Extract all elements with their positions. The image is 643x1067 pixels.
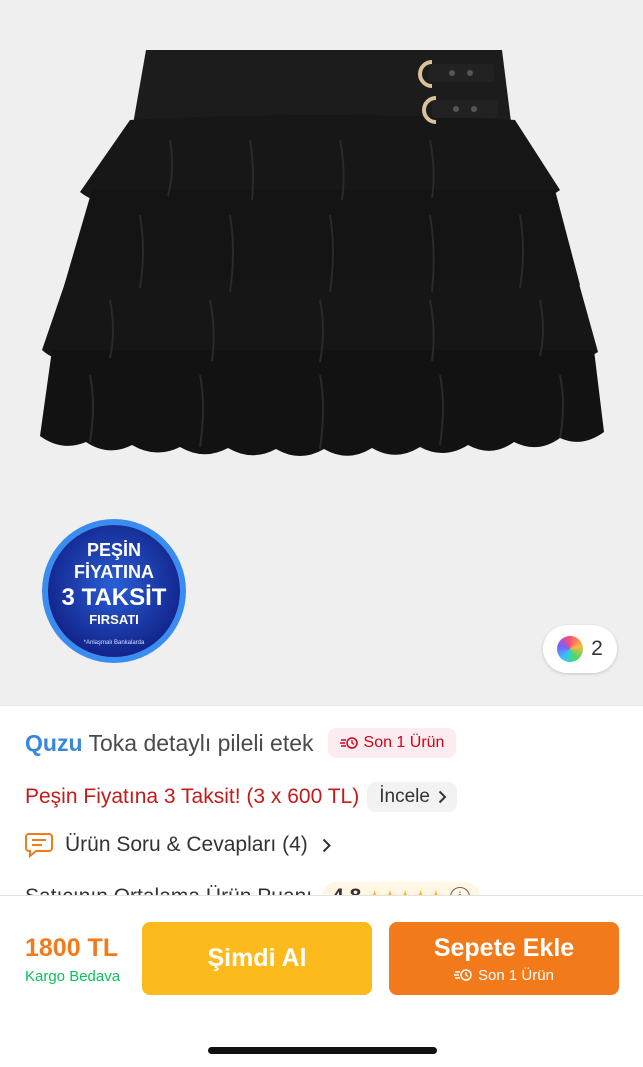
product-image-area[interactable]: PEŞİN FİYATINA 3 TAKSİT FIRSATI *Anlaşma… (0, 0, 643, 705)
seller-rating-chip: 4.8 ★★★★★ i (322, 882, 481, 895)
add-to-cart-button[interactable]: Sepete Ekle Son 1 Ürün (389, 922, 619, 995)
info-icon[interactable]: i (450, 887, 471, 895)
product-title-row: Quzu Toka detaylı pileli etek Son 1 Ürün (25, 728, 457, 758)
stock-badge-label: Son 1 Ürün (363, 734, 445, 751)
qa-label: Ürün Soru & Cevapları (4) (65, 833, 308, 856)
color-count: 2 (591, 637, 603, 660)
seller-rating-label: Satıcının Ortalama Ürün Puanı (25, 885, 312, 895)
incele-button[interactable]: İncele (367, 782, 457, 812)
badge-line3: 3 TAKSİT (62, 584, 167, 611)
chevron-right-icon (438, 790, 447, 804)
chevron-right-icon (322, 838, 331, 852)
product-info: Quzu Toka detaylı pileli etek Son 1 Ürün… (0, 705, 643, 895)
promo-row: Peşin Fiyatına 3 Taksit! (3 x 600 TL) İn… (25, 782, 457, 812)
bottom-action-bar: 1800 TL Kargo Bedava Şimdi Al Sepete Ekl… (0, 895, 643, 1067)
badge-footnote: *Anlaşmalı Bankalarda (84, 640, 145, 646)
price: 1800 TL (25, 934, 119, 962)
stock-badge: Son 1 Ürün (327, 728, 457, 758)
badge-line2: FİYATINA (74, 562, 154, 582)
badge-line4: FIRSATI (89, 612, 139, 627)
seller-rating-value: 4.8 (332, 885, 361, 895)
add-to-cart-stock: Son 1 Ürün (454, 967, 554, 984)
product-image[interactable] (0, 0, 643, 500)
color-variants-button[interactable]: 2 (543, 625, 617, 673)
add-to-cart-stock-label: Son 1 Ürün (478, 966, 554, 984)
color-swatch-icon (557, 636, 584, 662)
installment-promo-text: Peşin Fiyatına 3 Taksit! (3 x 600 TL) (25, 785, 360, 808)
free-shipping-label: Kargo Bedava (25, 968, 121, 985)
buy-now-button[interactable]: Şimdi Al (142, 922, 372, 995)
add-to-cart-label: Sepete Ekle (433, 933, 575, 962)
clock-fast-icon (339, 737, 358, 749)
product-name: Toka detaylı pileli etek (88, 729, 314, 756)
incele-label: İncele (379, 786, 430, 807)
star-rating-icon: ★★★★★ (367, 887, 444, 895)
home-indicator[interactable] (208, 1047, 437, 1054)
brand-link[interactable]: Quzu (25, 730, 83, 757)
qa-row[interactable]: Ürün Soru & Cevapları (4) (25, 832, 331, 858)
badge-line1: PEŞİN (87, 540, 141, 560)
seller-rating-row[interactable]: Satıcının Ortalama Ürün Puanı 4.8 ★★★★★ … (25, 882, 481, 895)
installment-badge: PEŞİN FİYATINA 3 TAKSİT FIRSATI *Anlaşma… (41, 518, 187, 664)
chat-bubble-icon (25, 833, 53, 858)
clock-fast-icon (454, 969, 472, 981)
